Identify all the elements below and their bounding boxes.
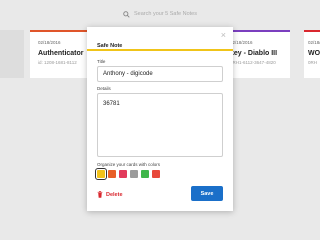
details-label: Details bbox=[97, 86, 111, 91]
search-placeholder: Search your 5 Safe Notes bbox=[134, 11, 197, 17]
dialog-header: Safe Note × bbox=[87, 27, 233, 51]
card-title: key - Diablo III bbox=[230, 50, 278, 57]
colors-label: Organize your cards with colors bbox=[97, 162, 161, 167]
delete-button[interactable]: Delete bbox=[97, 191, 123, 198]
color-swatch-yellow[interactable] bbox=[95, 168, 107, 180]
trash-icon bbox=[97, 191, 103, 198]
card-date: 02/18/2016 bbox=[230, 40, 253, 45]
delete-label: Delete bbox=[106, 191, 123, 198]
color-swatch-green[interactable] bbox=[141, 170, 149, 178]
note-card-partial-right[interactable]: 02/18/2016 WO 0RH bbox=[304, 30, 320, 78]
details-textarea[interactable]: 36781 bbox=[97, 93, 223, 157]
note-card-partial-left[interactable] bbox=[0, 30, 24, 78]
card-title: WO bbox=[308, 50, 320, 57]
search-bar[interactable]: Search your 5 Safe Notes bbox=[123, 10, 197, 18]
title-label: Title bbox=[97, 59, 106, 64]
color-swatch-gray[interactable] bbox=[130, 170, 138, 178]
close-icon[interactable]: × bbox=[221, 29, 226, 41]
card-subtitle: 0RH bbox=[308, 60, 318, 65]
card-subtitle: 0RH1-6112-3647-4820 bbox=[230, 60, 276, 65]
search-icon bbox=[123, 10, 130, 18]
title-input[interactable]: Anthony - digicode bbox=[97, 66, 223, 82]
color-swatches bbox=[95, 168, 160, 180]
color-swatch-red[interactable] bbox=[152, 170, 160, 178]
card-accent-bar bbox=[304, 30, 320, 32]
card-date: 02/18/2016 bbox=[308, 40, 320, 45]
dialog-accent-bar bbox=[87, 49, 233, 51]
color-swatch-pink[interactable] bbox=[119, 170, 127, 178]
color-swatch-orange[interactable] bbox=[108, 170, 116, 178]
save-button[interactable]: Save bbox=[191, 186, 223, 201]
top-bar: Search your 5 Safe Notes bbox=[0, 0, 320, 28]
safe-note-dialog: Safe Note × Title Anthony - digicode Det… bbox=[87, 27, 233, 211]
